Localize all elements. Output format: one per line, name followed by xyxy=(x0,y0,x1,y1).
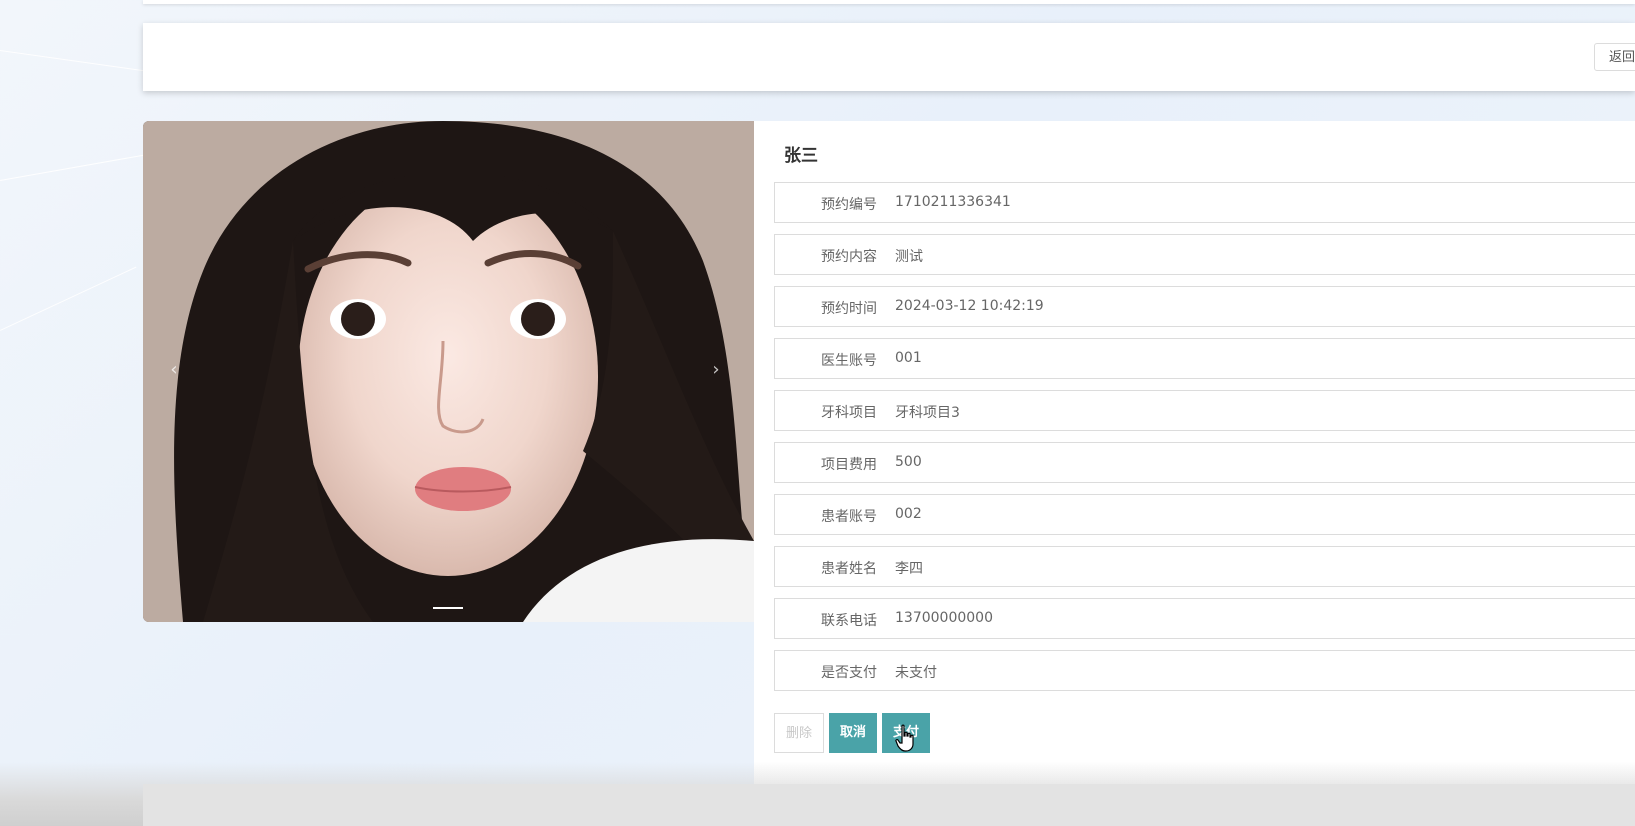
field-label: 患者账号 xyxy=(821,509,877,525)
info-row-patient-account: 患者账号 002 xyxy=(774,494,1635,535)
cancel-button[interactable]: 取消 xyxy=(829,713,877,753)
portrait-photo xyxy=(143,121,754,622)
carousel-prev-icon[interactable]: ‹ xyxy=(164,359,184,380)
background-line xyxy=(0,266,137,331)
field-value: 牙科项目3 xyxy=(895,405,960,421)
field-value: 13700000000 xyxy=(895,610,993,626)
header-bar xyxy=(143,23,1635,91)
field-value: 2024-03-12 10:42:19 xyxy=(895,298,1044,314)
field-value: 李四 xyxy=(895,561,923,577)
info-row-patient-name: 患者姓名 李四 xyxy=(774,546,1635,587)
info-row-doctor-account: 医生账号 001 xyxy=(774,338,1635,379)
info-row-appointment-time: 预约时间 2024-03-12 10:42:19 xyxy=(774,286,1635,327)
info-row-appointment-content: 预约内容 测试 xyxy=(774,234,1635,275)
field-value: 002 xyxy=(895,506,922,522)
field-label: 预约编号 xyxy=(821,197,877,213)
field-value: 测试 xyxy=(895,249,923,265)
carousel-next-icon[interactable]: › xyxy=(706,359,726,380)
background-line xyxy=(0,153,148,181)
field-value: 未支付 xyxy=(895,665,937,681)
info-row-appointment-number: 预约编号 1710211336341 xyxy=(774,182,1635,223)
carousel-indicator[interactable] xyxy=(433,607,463,609)
field-label: 预约时间 xyxy=(821,301,877,317)
field-label: 是否支付 xyxy=(821,665,877,681)
top-strip xyxy=(143,0,1635,4)
info-row-phone: 联系电话 13700000000 xyxy=(774,598,1635,639)
field-label: 医生账号 xyxy=(821,353,877,369)
footer-bar xyxy=(143,784,1635,826)
info-row-dental-project: 牙科项目 牙科项目3 xyxy=(774,390,1635,431)
field-label: 项目费用 xyxy=(821,457,877,473)
field-label: 联系电话 xyxy=(821,613,877,629)
image-carousel[interactable]: ‹ › xyxy=(143,121,754,622)
doctor-name: 张三 xyxy=(784,146,818,166)
field-label: 患者姓名 xyxy=(821,561,877,577)
field-value: 1710211336341 xyxy=(895,194,1011,210)
field-value: 500 xyxy=(895,454,922,470)
back-button[interactable]: 返回 xyxy=(1594,43,1635,71)
field-label: 牙科项目 xyxy=(821,405,877,421)
info-row-payment-status: 是否支付 未支付 xyxy=(774,650,1635,691)
delete-button[interactable]: 删除 xyxy=(774,713,824,753)
background-line xyxy=(0,50,159,74)
hand-cursor-icon xyxy=(895,724,914,752)
info-row-project-fee: 项目费用 500 xyxy=(774,442,1635,483)
field-label: 预约内容 xyxy=(821,249,877,265)
field-value: 001 xyxy=(895,350,922,366)
